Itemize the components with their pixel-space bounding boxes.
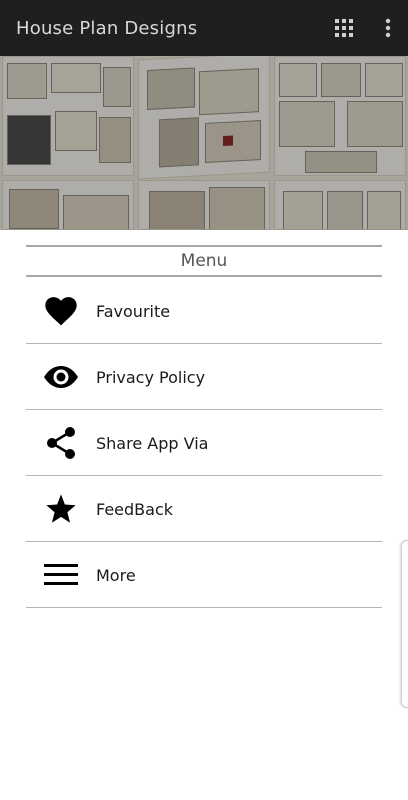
apps-grid-icon[interactable]	[320, 0, 368, 56]
share-icon	[26, 411, 96, 476]
app-screen: House Plan Designs Menu Favourite Privac…	[0, 0, 408, 800]
menu-item-label: Share App Via	[96, 433, 209, 453]
app-title: House Plan Designs	[16, 17, 198, 39]
menu-item-label: Privacy Policy	[96, 367, 206, 387]
menu-item-more[interactable]: More	[26, 543, 382, 608]
menu-item-privacy-policy[interactable]: Privacy Policy	[26, 345, 382, 410]
menu-item-share-app[interactable]: Share App Via	[26, 411, 382, 476]
edge-panel-handle[interactable]	[401, 540, 408, 708]
eye-icon	[26, 345, 96, 410]
menu-header: Menu	[26, 245, 382, 277]
menu-item-feedback[interactable]: FeedBack	[26, 477, 382, 542]
gallery-dim-overlay	[0, 56, 408, 230]
menu-item-label: More	[96, 565, 136, 585]
menu-item-favourite[interactable]: Favourite	[26, 279, 382, 344]
star-icon	[26, 477, 96, 542]
heart-icon	[26, 279, 96, 344]
house-plan-gallery	[0, 56, 408, 230]
hamburger-menu-icon	[26, 543, 96, 608]
more-vert-icon[interactable]	[368, 0, 408, 56]
app-toolbar: House Plan Designs	[0, 0, 408, 56]
menu-item-label: Favourite	[96, 301, 171, 321]
menu-item-label: FeedBack	[96, 499, 174, 519]
menu-panel: Menu Favourite Privacy Policy Share App …	[0, 230, 408, 800]
